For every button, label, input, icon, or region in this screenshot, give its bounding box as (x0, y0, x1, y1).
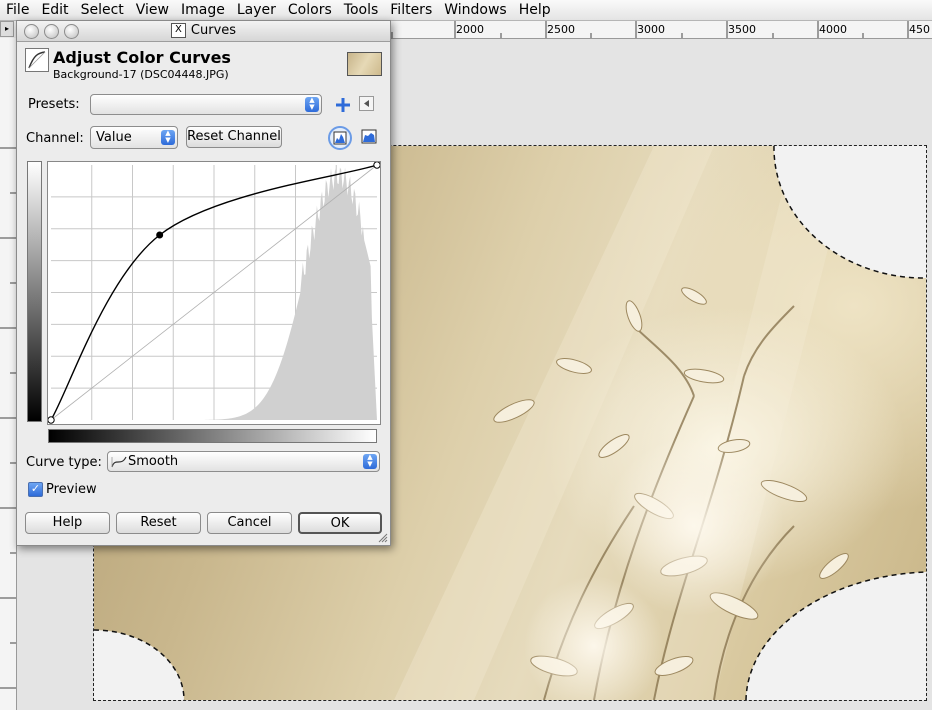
dialog-header-title: Adjust Color Curves (53, 48, 231, 67)
menu-help[interactable]: Help (513, 0, 557, 20)
curve-graph[interactable] (47, 161, 381, 424)
menu-edit[interactable]: Edit (35, 0, 74, 20)
menu-tools[interactable]: Tools (338, 0, 385, 20)
menu-select[interactable]: Select (75, 0, 130, 20)
presets-label: Presets: (28, 97, 80, 112)
combo-arrows-icon: ▲ ▼ (363, 454, 377, 469)
cancel-button[interactable]: Cancel (207, 512, 292, 534)
dialog-title: X Curves (17, 23, 390, 38)
combo-arrows-icon: ▲ ▼ (161, 130, 175, 145)
help-button[interactable]: Help (25, 512, 110, 534)
dialog-header-subtitle: Background-17 (DSC04448.JPG) (53, 68, 229, 81)
menu-windows[interactable]: Windows (438, 0, 513, 20)
triangle-left-icon (364, 100, 369, 107)
menu-image[interactable]: Image (175, 0, 231, 20)
ok-button[interactable]: OK (298, 512, 382, 534)
presets-menu-button[interactable] (359, 96, 374, 111)
ruler-corner-menu-icon[interactable]: ▸ (0, 21, 14, 37)
combo-arrows-icon: ▲ ▼ (305, 97, 319, 112)
add-preset-button[interactable] (333, 95, 353, 115)
curve-control-point[interactable] (47, 416, 55, 424)
layer-thumbnail (347, 52, 382, 76)
linear-histogram-button[interactable] (328, 126, 352, 150)
curves-dialog[interactable]: X Curves Adjust Color Curves Background-1… (16, 20, 391, 546)
curve-control-point[interactable] (373, 161, 381, 169)
curve-type-label: Curve type: (26, 455, 102, 470)
reset-channel-button[interactable]: Reset Channel (186, 126, 282, 148)
plus-icon (336, 98, 350, 112)
preview-label[interactable]: Preview (46, 482, 97, 497)
preview-checkbox[interactable]: ✓ (28, 482, 43, 497)
output-gradient-bar (27, 161, 42, 422)
resize-grip-icon[interactable] (378, 533, 388, 543)
menu-layer[interactable]: Layer (231, 0, 282, 20)
curve-editor[interactable] (47, 161, 381, 425)
curve-type-combo[interactable]: Smooth ▲ ▼ (107, 451, 380, 472)
menu-colors[interactable]: Colors (282, 0, 338, 20)
channel-label: Channel: (26, 131, 84, 146)
channel-combo[interactable]: Value ▲ ▼ (90, 126, 178, 149)
presets-combo[interactable]: ▲ ▼ (90, 94, 322, 115)
log-histogram-button[interactable] (359, 127, 379, 147)
input-gradient-bar (48, 429, 377, 443)
linear-histogram-icon (333, 131, 347, 145)
dialog-titlebar[interactable]: X Curves (17, 21, 390, 42)
ruler-marks (0, 147, 16, 689)
curves-tool-icon (25, 48, 49, 72)
menu-file[interactable]: File (0, 0, 35, 20)
menu-view[interactable]: View (130, 0, 175, 20)
vertical-ruler[interactable] (0, 38, 17, 710)
smooth-curve-icon (111, 456, 127, 468)
curve-control-point[interactable] (156, 231, 164, 239)
reset-button[interactable]: Reset (116, 512, 201, 534)
x11-icon: X (170, 23, 186, 38)
menubar: File Edit Select View Image Layer Colors… (0, 0, 932, 21)
menu-filters[interactable]: Filters (384, 0, 438, 20)
logarithmic-histogram-icon (361, 129, 377, 144)
